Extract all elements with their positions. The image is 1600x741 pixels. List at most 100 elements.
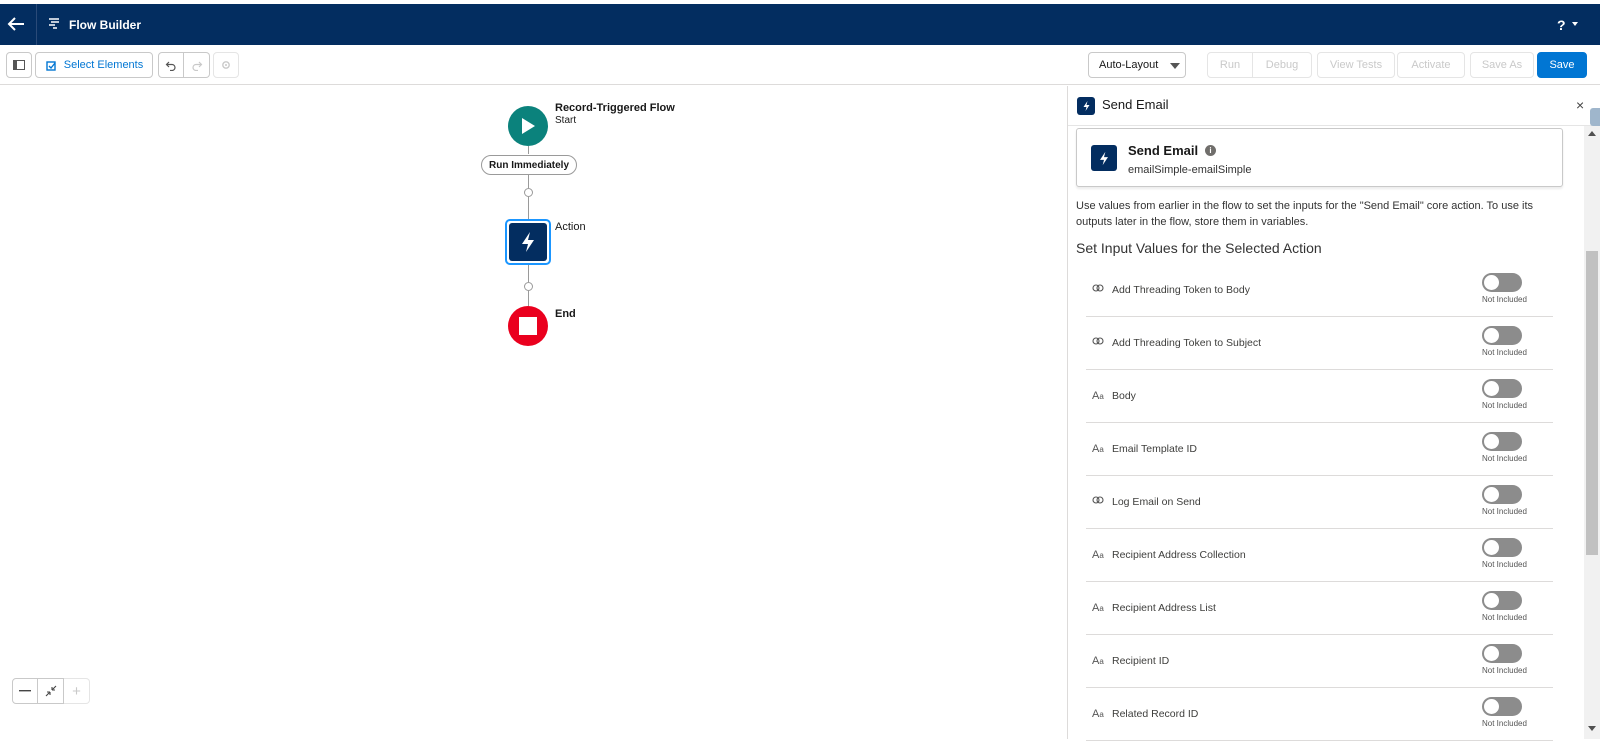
- include-status: Not Included: [1482, 507, 1527, 516]
- add-element-dot[interactable]: [524, 188, 533, 197]
- undo-icon: [165, 61, 176, 71]
- input-row-label: Recipient ID: [1112, 655, 1170, 667]
- start-node[interactable]: [508, 106, 548, 146]
- flow-canvas[interactable]: Record-Triggered Flow Start Run Immediat…: [0, 86, 1067, 739]
- help-button[interactable]: ?: [1557, 17, 1566, 33]
- app-header: Flow Builder ?: [0, 0, 1600, 45]
- include-toggle[interactable]: [1482, 326, 1522, 345]
- fit-view-button[interactable]: [38, 678, 64, 704]
- include-status: Not Included: [1482, 666, 1527, 675]
- run-button[interactable]: Run: [1207, 52, 1253, 78]
- panel-description: Use values from earlier in the flow to s…: [1076, 200, 1533, 228]
- redo-icon: [191, 61, 202, 71]
- boolean-icon: [1092, 496, 1106, 507]
- toggle-knob: [1484, 381, 1499, 396]
- input-row-label: Recipient Address Collection: [1112, 549, 1246, 561]
- start-node-title: Record-Triggered Flow: [555, 102, 675, 114]
- panel-title: Send Email: [1102, 97, 1169, 112]
- action-card: Send Email i emailSimple-emailSimple: [1076, 128, 1563, 187]
- include-toggle[interactable]: [1482, 379, 1522, 398]
- debug-button[interactable]: Debug: [1252, 52, 1312, 78]
- input-row: Aa Email Template ID Not Included: [1086, 423, 1553, 476]
- scroll-down-icon[interactable]: [1588, 726, 1596, 731]
- settings-button[interactable]: [213, 52, 239, 78]
- scroll-up-icon[interactable]: [1588, 131, 1596, 136]
- text-icon: Aa: [1092, 549, 1104, 561]
- action-node[interactable]: [505, 219, 551, 265]
- toolbar: Select Elements Auto-Layout Run Debug Vi…: [0, 45, 1600, 85]
- chevron-down-icon[interactable]: [1572, 22, 1578, 26]
- input-row-label: Add Threading Token to Subject: [1112, 337, 1262, 349]
- toggle-knob: [1484, 699, 1499, 714]
- input-row: Add Threading Token to Subject Not Includ…: [1086, 317, 1553, 370]
- stop-icon: [519, 317, 537, 335]
- action-node-label: Action: [555, 221, 586, 233]
- text-icon: Aa: [1092, 602, 1104, 614]
- include-status: Not Included: [1482, 560, 1527, 569]
- include-status: Not Included: [1482, 719, 1527, 728]
- toggle-knob: [1484, 646, 1499, 661]
- add-element-dot[interactable]: [524, 282, 533, 291]
- close-icon[interactable]: ×: [1576, 97, 1584, 113]
- text-icon: Aa: [1092, 655, 1104, 667]
- include-status: Not Included: [1482, 295, 1527, 304]
- view-tests-button[interactable]: View Tests: [1317, 52, 1395, 78]
- include-status: Not Included: [1482, 348, 1527, 357]
- include-toggle[interactable]: [1482, 591, 1522, 610]
- include-toggle[interactable]: [1482, 644, 1522, 663]
- run-immediately-pill[interactable]: Run Immediately: [481, 155, 578, 175]
- include-toggle[interactable]: [1482, 538, 1522, 557]
- back-arrow-icon[interactable]: [4, 12, 28, 36]
- panel-icon: [13, 60, 25, 70]
- include-status: Not Included: [1482, 613, 1527, 622]
- undo-button[interactable]: [158, 52, 184, 78]
- app-title: Flow Builder: [69, 18, 141, 32]
- input-row: Log Email on Send Not Included: [1086, 476, 1553, 529]
- toggle-knob: [1484, 328, 1499, 343]
- toggle-knob: [1484, 540, 1499, 555]
- toggle-knob: [1484, 275, 1499, 290]
- lightning-icon: [1077, 97, 1095, 115]
- scroll-thumb[interactable]: [1586, 251, 1598, 555]
- connector-line: [528, 291, 529, 306]
- include-toggle[interactable]: [1482, 432, 1522, 451]
- connector-line: [528, 197, 529, 219]
- include-toggle[interactable]: [1482, 273, 1522, 292]
- toggle-knob: [1484, 593, 1499, 608]
- action-card-title: Send Email: [1128, 143, 1199, 158]
- input-row-label: Body: [1112, 390, 1136, 402]
- save-as-button[interactable]: Save As: [1470, 52, 1534, 78]
- input-row-label: Email Template ID: [1112, 443, 1198, 455]
- end-node[interactable]: [508, 306, 548, 346]
- include-toggle[interactable]: [1482, 485, 1522, 504]
- start-node-subtitle: Start: [555, 115, 577, 126]
- minus-icon: [19, 690, 31, 692]
- zoom-controls: +: [12, 678, 90, 704]
- redo-button[interactable]: [184, 52, 210, 78]
- header-divider: [36, 4, 37, 45]
- panel-scrollbar[interactable]: [1584, 126, 1600, 739]
- select-elements-button[interactable]: Select Elements: [35, 52, 153, 78]
- input-row-label: Recipient Address List: [1112, 602, 1216, 614]
- input-row: Aa Recipient Address Collection Not Includ…: [1086, 529, 1553, 582]
- panel-edge-tab[interactable]: [1590, 108, 1600, 126]
- activate-button[interactable]: Activate: [1397, 52, 1465, 78]
- auto-layout-dropdown[interactable]: Auto-Layout: [1088, 52, 1186, 78]
- input-row: Aa Body Not Included: [1086, 370, 1553, 423]
- info-icon[interactable]: i: [1205, 145, 1216, 156]
- select-elements-label: Select Elements: [63, 59, 144, 71]
- include-toggle[interactable]: [1482, 697, 1522, 716]
- connector-line: [528, 175, 529, 188]
- input-row-label: Log Email on Send: [1112, 496, 1201, 508]
- toggle-sidebar-button[interactable]: [6, 52, 32, 78]
- text-icon: Aa: [1092, 390, 1104, 402]
- auto-layout-label: Auto-Layout: [1099, 59, 1159, 71]
- zoom-in-button[interactable]: +: [64, 678, 90, 704]
- include-status: Not Included: [1482, 454, 1527, 463]
- input-row: Aa Recipient Address List Not Included: [1086, 582, 1553, 635]
- save-button[interactable]: Save: [1537, 52, 1587, 78]
- section-title: Set Input Values for the Selected Action: [1076, 240, 1322, 256]
- boolean-icon: [1092, 284, 1106, 295]
- zoom-out-button[interactable]: [12, 678, 38, 704]
- input-row-label: Add Threading Token to Body: [1112, 284, 1250, 296]
